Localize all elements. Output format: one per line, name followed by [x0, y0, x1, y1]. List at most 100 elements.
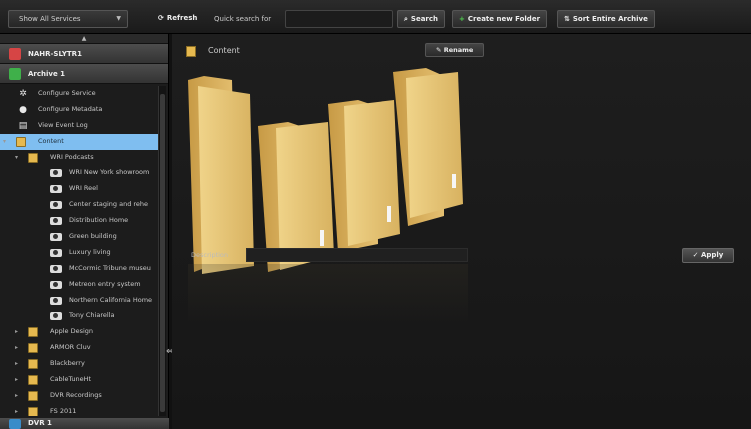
tree-item[interactable]: Northern California Home: [0, 293, 158, 309]
tree-item[interactable]: ▸ ARMOR Cluv: [0, 340, 158, 356]
rename-button[interactable]: ✎ Rename: [425, 43, 485, 57]
server-name: NAHR-SLYTR1: [28, 50, 82, 58]
video-icon: [50, 233, 62, 242]
expand-arrow-icon[interactable]: ▸: [15, 388, 18, 404]
tree-item[interactable]: ▸ Blackberry: [0, 356, 158, 372]
sort-label: Sort Entire Archive: [572, 15, 648, 23]
tree-item-label: ARMOR Cluv: [50, 343, 91, 352]
tree-item-label: Center staging and rehe: [69, 200, 149, 209]
expand-arrow-icon[interactable]: ▸: [15, 340, 18, 356]
video-icon: [50, 264, 62, 273]
tree-item[interactable]: ▾ Content: [0, 133, 158, 150]
scrollbar-thumb[interactable]: [160, 94, 165, 412]
sort-icon: ⇅: [564, 15, 570, 23]
tree-item[interactable]: ✲ Configure Service: [0, 86, 158, 102]
tree-item-label: CableTuneHt: [50, 375, 92, 384]
folder-icon: [16, 136, 26, 147]
tree-item[interactable]: ● Configure Metadata: [0, 102, 158, 118]
tree-item[interactable]: Metreon entry system: [0, 277, 158, 293]
expand-arrow-icon[interactable]: ▸: [15, 372, 18, 388]
folder-icon: [28, 327, 38, 338]
tree-item[interactable]: Luxury living: [0, 245, 158, 261]
gear-icon: ✲: [19, 89, 27, 99]
service-filter-select[interactable]: Show All Services ▼: [8, 10, 128, 28]
content-panel: Content ✎ Rename Description ✓ Apply: [172, 34, 751, 429]
create-folder-button[interactable]: + Create new Folder: [452, 10, 548, 28]
tree-item-label: WRI New York showroom: [69, 168, 150, 177]
quick-search-label: Quick search for: [214, 15, 272, 23]
tree-item-label: Luxury living: [69, 247, 111, 256]
video-icon: [50, 201, 62, 210]
tree-item[interactable]: WRI Reel: [0, 181, 158, 197]
video-icon: [50, 280, 62, 289]
folder-stack-illustration: [188, 68, 463, 274]
server-icon: [9, 419, 21, 429]
page-title: Content: [208, 46, 240, 55]
tree-item[interactable]: Tony Chiarella: [0, 308, 158, 324]
tree-item[interactable]: ▾ WRI Podcasts: [0, 150, 158, 166]
expand-arrow-icon[interactable]: ▸: [15, 356, 18, 372]
archive-row[interactable]: Archive 1: [0, 64, 168, 84]
document-icon: ▤: [18, 120, 28, 131]
refresh-button[interactable]: ⟳ Refresh: [152, 10, 203, 28]
refresh-icon: ⟳: [158, 14, 164, 22]
folder-reflection: [188, 264, 468, 324]
tree-item[interactable]: Distribution Home: [0, 213, 158, 229]
server-row[interactable]: NAHR-SLYTR1: [0, 44, 168, 64]
expand-arrow-icon[interactable]: ▸: [15, 324, 18, 340]
tree-item[interactable]: ▸ CableTuneHt: [0, 372, 158, 388]
bottom-server-row[interactable]: DVR 1: [0, 418, 169, 429]
collapse-arrow-icon[interactable]: ▲: [0, 34, 168, 44]
folder-icon: [28, 375, 38, 386]
check-icon: ✓: [692, 251, 701, 259]
tree-item[interactable]: Green building: [0, 229, 158, 245]
apply-label: Apply: [700, 251, 724, 259]
description-label: Description: [191, 251, 229, 259]
expand-arrow-icon[interactable]: ▸: [15, 404, 18, 416]
collapse-arrow-icon[interactable]: ▾: [15, 150, 18, 166]
search-icon: ⌕: [404, 15, 408, 23]
folder-icon: [28, 152, 38, 163]
video-icon: [50, 296, 62, 305]
tree-item-label: Configure Service: [38, 89, 96, 97]
refresh-label: Refresh: [166, 14, 198, 22]
plus-icon: +: [459, 15, 465, 23]
quick-search-input[interactable]: [285, 10, 393, 28]
video-icon: [50, 169, 62, 178]
tree-item[interactable]: ▸ DVR Recordings: [0, 388, 158, 404]
tree-item[interactable]: WRI New York showroom: [0, 165, 158, 181]
create-folder-label: Create new Folder: [467, 15, 541, 23]
tree-item[interactable]: McCormic Tribune museu: [0, 261, 158, 277]
description-input[interactable]: [246, 248, 468, 262]
top-toolbar: Show All Services ▼ ⟳ Refresh Quick searc…: [0, 0, 751, 34]
search-button[interactable]: ⌕ Search: [397, 10, 446, 28]
tree-item[interactable]: Center staging and rehe: [0, 197, 158, 213]
rename-label: Rename: [443, 46, 474, 54]
tree-item-label: Metreon entry system: [69, 279, 141, 288]
tree-scrollbar[interactable]: [158, 86, 166, 416]
pin-icon: ●: [19, 104, 27, 115]
tree-item-label: McCormic Tribune museu: [69, 263, 151, 272]
tree-item-label: Green building: [69, 232, 117, 241]
video-icon: [50, 185, 62, 194]
sort-archive-button[interactable]: ⇅ Sort Entire Archive: [557, 10, 655, 28]
tree-item-label: Content: [38, 136, 64, 145]
tree-item-label: WRI Podcasts: [50, 152, 94, 161]
archive-tree: ✲ Configure Service ● Configure Metadata ▤ Vi…: [0, 86, 158, 416]
collapse-arrow-icon[interactable]: ▾: [3, 134, 6, 150]
bottom-server-name: DVR 1: [28, 419, 52, 427]
archive-status-icon: [9, 68, 21, 80]
video-icon: [50, 248, 62, 257]
folder-graphic: [188, 76, 254, 274]
tree-item[interactable]: ▸ FS 2011: [0, 404, 158, 416]
apply-button[interactable]: ✓ Apply: [682, 248, 734, 263]
tree-item[interactable]: ▸ Apple Design: [0, 324, 158, 340]
tree-item-label: Northern California Home: [69, 295, 153, 304]
rename-icon: ✎: [436, 46, 444, 54]
tree-item-label: DVR Recordings: [50, 390, 102, 399]
tree-item[interactable]: ▤ View Event Log: [0, 118, 158, 134]
video-icon: [50, 312, 62, 321]
tree-item-label: View Event Log: [38, 120, 88, 129]
tree-item-label: Configure Metadata: [38, 104, 103, 113]
server-status-icon: [9, 48, 21, 60]
